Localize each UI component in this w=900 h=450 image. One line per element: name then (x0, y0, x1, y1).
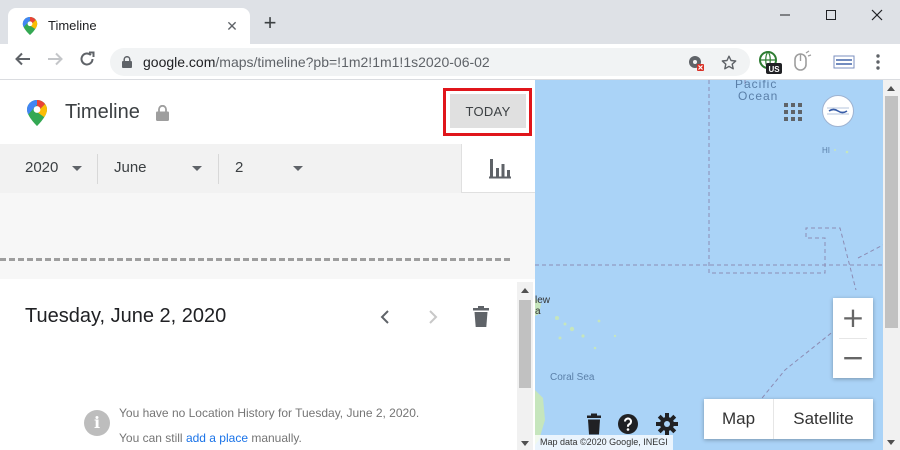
bar-chart-icon (489, 159, 511, 179)
scroll-up-arrow-icon[interactable] (887, 86, 895, 91)
timeline-header: Timeline TODAY (0, 80, 535, 144)
map-label-ocean: Ocean (738, 89, 779, 103)
map-type-map-button[interactable]: Map (704, 399, 773, 439)
browser-toolbar: google.com/maps/timeline?pb=!1m2!1m1!1s2… (0, 44, 900, 80)
url-text: google.com/maps/timeline?pb=!1m2!1m1!1s2… (143, 54, 490, 70)
chevron-down-icon (192, 166, 202, 171)
chevron-down-icon (293, 166, 303, 171)
new-tab-button[interactable]: + (258, 12, 282, 36)
today-button[interactable]: TODAY (450, 94, 526, 128)
stats-chart-button[interactable] (461, 144, 535, 193)
map-boundaries (535, 80, 884, 445)
avatar-logo-icon (827, 107, 849, 115)
help-icon[interactable] (617, 413, 639, 435)
day-select[interactable]: 2 (235, 144, 307, 193)
minimize-icon[interactable] (762, 2, 808, 30)
bookmark-star-icon[interactable] (721, 55, 737, 71)
map-attribution: Map data ©2020 Google, INEGI (535, 435, 673, 450)
year-select[interactable]: 2020 (25, 144, 85, 193)
globe-extension-icon[interactable]: US (758, 50, 782, 74)
tab-timeline[interactable]: Timeline ✕ (8, 8, 250, 44)
map-label-hi: HI (822, 146, 830, 155)
map-type-control: Map Satellite (704, 399, 873, 439)
forward-arrow-icon[interactable] (43, 50, 67, 74)
lock-icon (122, 56, 132, 68)
address-bar[interactable]: google.com/maps/timeline?pb=!1m2!1m1!1s2… (110, 48, 750, 76)
chevron-down-icon (72, 166, 82, 171)
month-select[interactable]: June (114, 144, 206, 193)
mouse-extension-icon[interactable] (789, 50, 813, 74)
private-lock-icon (156, 105, 169, 121)
timeline-dashed-line (0, 258, 510, 261)
scroll-up-arrow-icon[interactable] (521, 288, 529, 293)
date-selector-bar: 2020 June 2 (0, 144, 535, 193)
map-type-satellite-button[interactable]: Satellite (774, 399, 873, 439)
zoom-control: + − (833, 298, 873, 378)
scroll-down-arrow-icon[interactable] (521, 441, 529, 446)
tab-strip: Timeline ✕ + (0, 0, 900, 44)
reload-icon[interactable] (75, 50, 99, 74)
panel-scrollbar[interactable] (517, 282, 533, 450)
maps-logo-icon (27, 100, 47, 126)
map-label-new: lew (535, 295, 551, 306)
menu-kebab-icon[interactable] (866, 50, 890, 74)
add-place-link[interactable]: add a place (186, 431, 248, 445)
next-day-icon[interactable] (421, 305, 445, 329)
timeline-track-area (0, 193, 535, 279)
map-label-coral-sea: Coral Sea (550, 372, 595, 383)
account-avatar[interactable] (822, 95, 854, 127)
close-window-icon[interactable] (854, 2, 900, 30)
add-place-message: You can still add a place manually. (119, 431, 302, 445)
scrollbar-thumb[interactable] (519, 300, 531, 388)
page-title: Timeline (65, 101, 140, 123)
back-arrow-icon[interactable] (11, 50, 35, 74)
settings-gear-icon[interactable] (656, 413, 678, 435)
maps-pin-icon (22, 17, 38, 35)
us-badge: US (768, 65, 780, 74)
tab-close-icon[interactable]: ✕ (222, 16, 242, 36)
divider (218, 154, 219, 184)
zoom-out-button[interactable]: − (833, 338, 873, 378)
browser-window: Timeline ✕ + google.com/maps/timeline?pb… (0, 0, 900, 450)
previous-day-icon[interactable] (373, 305, 397, 329)
location-blocked-icon[interactable] (688, 55, 704, 71)
apps-grid-icon[interactable] (783, 102, 803, 122)
map-label-a: a (535, 306, 541, 317)
delete-day-icon[interactable] (469, 305, 493, 329)
map-view[interactable]: Pacific Ocean HI lew a Coral Sea + − Map… (535, 80, 900, 450)
scrollbar-thumb[interactable] (885, 96, 898, 328)
map-scrollbar[interactable] (883, 80, 900, 450)
tab-title: Timeline (48, 18, 97, 33)
timeline-panel: Timeline TODAY 2020 June 2 Tuesday, June… (0, 80, 535, 450)
trash-icon[interactable] (583, 413, 605, 435)
profile-extension-icon[interactable] (832, 50, 856, 74)
maximize-icon[interactable] (808, 2, 854, 30)
zoom-in-button[interactable]: + (833, 298, 873, 338)
scroll-down-arrow-icon[interactable] (887, 440, 895, 445)
no-history-message: You have no Location History for Tuesday… (119, 406, 420, 420)
day-heading: Tuesday, June 2, 2020 (25, 305, 227, 327)
divider (97, 154, 98, 184)
info-icon: i (84, 410, 110, 436)
